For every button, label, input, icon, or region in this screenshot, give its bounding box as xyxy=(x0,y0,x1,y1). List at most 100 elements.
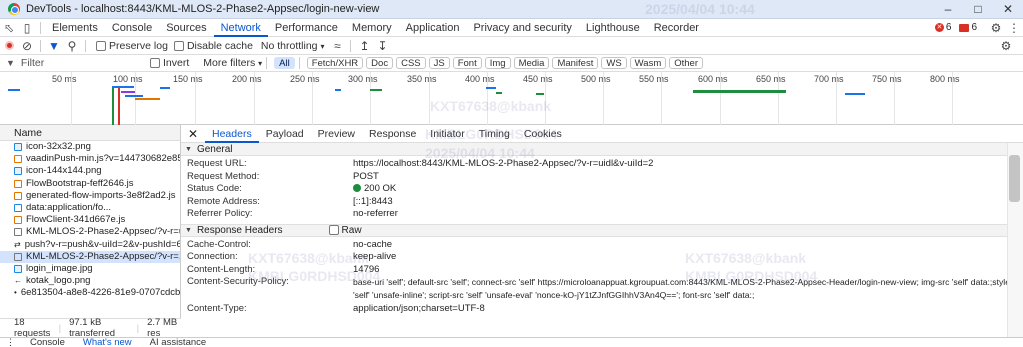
tab-privacy-security[interactable]: Privacy and security xyxy=(466,19,578,37)
disable-cache-checkbox[interactable] xyxy=(173,40,184,51)
request-count: 18 requests xyxy=(14,317,51,339)
request-name: kotak_logo.png xyxy=(26,275,91,287)
import-har-icon[interactable]: ↥ xyxy=(355,39,373,53)
disable-cache-label: Disable cache xyxy=(186,39,253,52)
timeline-bar xyxy=(112,87,114,125)
tab-preview[interactable]: Preview xyxy=(311,125,362,143)
chip-font[interactable]: Font xyxy=(452,57,482,69)
chip-other[interactable]: Other xyxy=(669,57,703,69)
response-headers-section-header[interactable]: ▼ Response Headers Raw xyxy=(181,223,1007,237)
network-conditions-icon[interactable]: ≈ xyxy=(328,39,346,53)
inspect-element-icon[interactable]: ⬁ xyxy=(0,21,18,35)
chip-all[interactable]: All xyxy=(274,57,295,69)
blank-icon: • xyxy=(14,288,17,298)
tab-memory[interactable]: Memory xyxy=(345,19,399,37)
drawer-menu-icon[interactable]: ⋮ xyxy=(0,338,21,347)
tab-sources[interactable]: Sources xyxy=(159,19,213,37)
timeline-bar xyxy=(496,92,502,94)
throttling-select[interactable]: No throttling ▾ xyxy=(261,40,325,52)
raw-checkbox[interactable] xyxy=(328,225,339,235)
tab-application[interactable]: Application xyxy=(399,19,467,37)
record-icon[interactable] xyxy=(0,39,18,53)
minimize-icon[interactable]: – xyxy=(933,0,963,19)
search-icon[interactable]: ⚲ xyxy=(63,39,81,53)
maximize-icon[interactable]: □ xyxy=(963,0,993,19)
header-row: Request URL: https://localhost:8443/KML-M… xyxy=(181,158,1007,171)
request-row[interactable]: icon-144x144.png xyxy=(0,165,180,177)
filter-input[interactable]: ▼ Filter xyxy=(6,56,126,70)
request-row[interactable]: FlowBootstrap-feff2646.js xyxy=(0,178,180,190)
header-key: Content-Type: xyxy=(187,303,247,314)
request-name: FlowClient-341d667e.js xyxy=(26,214,126,226)
settings-gear-icon[interactable]: ⚙ xyxy=(987,21,1005,35)
header-row: Content-Type: application/json;charset=UT… xyxy=(181,303,1007,316)
preserve-log-checkbox[interactable] xyxy=(96,40,106,51)
chip-ws[interactable]: WS xyxy=(601,57,627,69)
chip-manifest[interactable]: Manifest xyxy=(552,57,599,69)
request-row[interactable]: FlowClient-341d667e.js xyxy=(0,214,180,226)
close-icon[interactable]: ✕ xyxy=(993,0,1023,19)
image-file-icon xyxy=(14,264,22,273)
tab-network[interactable]: Network xyxy=(213,19,268,37)
issues-count-badge[interactable]: 6 xyxy=(959,22,977,33)
drawer-tab-ai-assistance[interactable]: AI assistance xyxy=(141,338,216,347)
tab-elements[interactable]: Elements xyxy=(45,19,105,37)
request-row-selected[interactable]: KML-MLOS-2-Phase2-Appsec/?v-r=...⧉ xyxy=(0,250,180,263)
tab-console[interactable]: Console xyxy=(105,19,159,37)
request-row[interactable]: KML-MLOS-2-Phase2-Appsec/?v-r=uidl... xyxy=(0,226,180,238)
drawer-tab-console[interactable]: Console xyxy=(21,338,74,347)
tick-line xyxy=(894,72,895,125)
document-file-icon xyxy=(14,204,22,213)
chip-img[interactable]: Img xyxy=(484,57,511,69)
clear-icon[interactable]: ⊘ xyxy=(18,39,36,53)
tick-line xyxy=(952,72,953,125)
device-toolbar-icon[interactable]: ▯ xyxy=(18,21,36,35)
tab-performance[interactable]: Performance xyxy=(268,19,345,37)
request-row[interactable]: • 6e813504-a8e8-4226-81e9-0707cdcbf8... xyxy=(0,287,180,299)
request-row[interactable]: generated-flow-imports-3e8f2ad2.js xyxy=(0,190,180,202)
invert-checkbox[interactable] xyxy=(150,58,160,68)
tick-line xyxy=(429,72,430,125)
tab-payload[interactable]: Payload xyxy=(259,125,311,143)
chip-fetch-xhr[interactable]: Fetch/XHR xyxy=(306,57,364,69)
header-value: no-referrer xyxy=(353,208,398,219)
tick-line xyxy=(71,72,72,125)
tab-recorder[interactable]: Recorder xyxy=(647,19,706,37)
timeline-bar xyxy=(486,87,496,89)
tab-lighthouse[interactable]: Lighthouse xyxy=(579,19,647,37)
tab-timing[interactable]: Timing xyxy=(472,125,517,143)
chip-doc[interactable]: Doc xyxy=(366,57,394,69)
filter-funnel-icon[interactable]: ▼ xyxy=(45,39,63,53)
tick-label: 250 ms xyxy=(290,74,320,84)
more-options-icon[interactable]: ⋮ xyxy=(1005,21,1023,35)
timeline-overview[interactable]: 50 ms 100 ms 150 ms 200 ms 250 ms 300 ms… xyxy=(0,72,1023,125)
network-toolbar: ⊘ ▼ ⚲ Preserve log Disable cache No thro… xyxy=(0,37,1023,55)
tab-headers[interactable]: Headers xyxy=(205,125,259,143)
column-header-name[interactable]: Name xyxy=(0,125,180,141)
close-details-icon[interactable]: ✕ xyxy=(181,127,205,141)
tab-initiator[interactable]: Initiator xyxy=(423,125,471,143)
chip-css[interactable]: CSS xyxy=(396,57,426,69)
chip-js[interactable]: JS xyxy=(428,57,450,69)
scrollbar-thumb[interactable] xyxy=(1009,155,1020,202)
timeline-bar xyxy=(335,89,341,91)
export-har-icon[interactable]: ↧ xyxy=(373,39,391,53)
more-filters-dropdown[interactable]: More filters ▾ xyxy=(203,57,262,69)
header-key: Cache-Control: xyxy=(187,238,251,250)
chip-media[interactable]: Media xyxy=(513,57,550,69)
tab-cookies[interactable]: Cookies xyxy=(517,125,569,143)
request-row[interactable]: ⇄ push?v-r=push&v-uiId=2&v-pushId=6... xyxy=(0,239,180,251)
tab-response[interactable]: Response xyxy=(362,125,423,143)
header-value-status: 200 OK xyxy=(353,183,396,196)
request-row[interactable]: data:application/fo... xyxy=(0,202,180,214)
general-section-header[interactable]: ▼ General xyxy=(181,143,1007,156)
request-row[interactable]: login_image.jpg xyxy=(0,263,180,275)
chip-wasm[interactable]: Wasm xyxy=(629,57,667,69)
network-settings-gear-icon[interactable]: ⚙ xyxy=(997,39,1015,53)
request-row[interactable]: ← kotak_logo.png xyxy=(0,275,180,287)
error-count-badge[interactable]: ✕ 6 xyxy=(934,22,951,33)
issues-icon xyxy=(959,23,970,32)
drawer-tab-whats-new[interactable]: What's new xyxy=(74,338,141,347)
request-row[interactable]: icon-32x32.png xyxy=(0,141,180,153)
request-row[interactable]: vaadinPush-min.js?v=144730682e85ba... xyxy=(0,153,180,165)
